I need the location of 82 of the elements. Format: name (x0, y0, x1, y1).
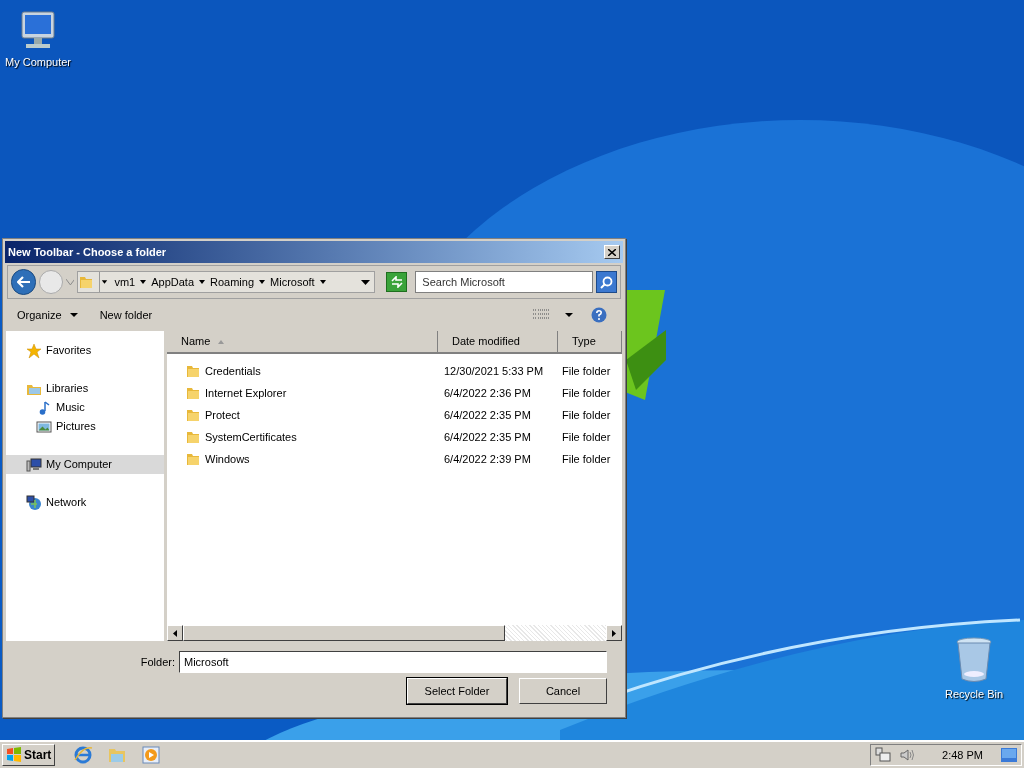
folder-label: Folder: (140, 654, 175, 670)
date-modified: 6/4/2022 2:39 PM (443, 451, 532, 467)
file-name: Credentials (205, 363, 261, 379)
nav-item[interactable]: Network (6, 493, 164, 512)
left-arrow-icon[interactable] (173, 629, 177, 637)
folder-icon (185, 363, 201, 379)
scrollbar-thumb[interactable] (183, 625, 505, 641)
clock: 2:48 PM (942, 747, 983, 763)
column-header[interactable]: Type (558, 331, 622, 352)
file-name: Internet Explorer (205, 385, 287, 401)
file-name: Protect (205, 407, 240, 423)
network-icon (26, 494, 42, 511)
close-button[interactable] (604, 245, 620, 259)
back-arrow-icon (16, 276, 31, 288)
file-type: File folder (561, 451, 611, 467)
desktop-icon-label: Recycle Bin (944, 688, 1004, 702)
nav-item[interactable]: Music (6, 398, 164, 417)
close-icon (608, 248, 616, 256)
dialog-button[interactable]: Cancel (519, 678, 607, 704)
file-type: File folder (561, 429, 611, 445)
nav-item[interactable]: Favorites (6, 341, 164, 360)
date-modified: 6/4/2022 2:35 PM (443, 407, 532, 423)
computer-icon (26, 456, 42, 473)
file-row[interactable]: Credentials 12/30/2021 5:33 PM File folder (167, 360, 622, 382)
file-row[interactable]: Internet Explorer 6/4/2022 2:36 PM File folder (167, 382, 622, 404)
caret-icon[interactable] (99, 272, 110, 292)
search-field[interactable]: Search Microsoft (415, 271, 593, 293)
file-name: SystemCertificates (205, 429, 297, 445)
file-name: Windows (205, 451, 250, 467)
folder-icon (185, 385, 201, 401)
browser-icon[interactable] (73, 745, 94, 765)
caret-icon[interactable] (565, 313, 573, 317)
folder-icon (185, 407, 201, 423)
new-folder-button[interactable]: New folder (99, 306, 153, 324)
column-header[interactable]: Name (167, 331, 438, 352)
breadcrumb-item[interactable]: Roaming (210, 273, 255, 291)
recycle-bin-icon[interactable] (954, 636, 994, 684)
caret-icon[interactable] (259, 280, 266, 284)
caret-icon[interactable] (199, 280, 206, 284)
search-icon (599, 275, 613, 289)
nav-item[interactable]: Libraries (6, 379, 164, 398)
folder-name-field[interactable]: Microsoft (179, 651, 607, 673)
speaker-icon[interactable] (899, 747, 915, 763)
date-modified: 6/4/2022 2:36 PM (443, 385, 532, 401)
picture-icon (36, 418, 52, 435)
date-modified: 6/4/2022 2:35 PM (443, 429, 532, 445)
column-header[interactable]: Date modified (438, 331, 558, 352)
folder-icon (185, 429, 201, 445)
organize-menu[interactable]: Organize (17, 306, 78, 324)
folder-icon (185, 451, 201, 467)
network-status-icon[interactable] (875, 747, 891, 763)
file-type: File folder (561, 363, 611, 379)
nav-item[interactable]: Pictures (6, 417, 164, 436)
refresh-arrows-icon (389, 276, 404, 288)
desktop-icon-label: My Computer (5, 56, 71, 70)
file-type: File folder (561, 385, 611, 401)
dialog-button[interactable]: Select Folder (407, 678, 507, 704)
caret-icon[interactable] (140, 280, 147, 284)
right-arrow-icon[interactable] (612, 629, 616, 637)
back-button[interactable] (11, 269, 37, 295)
breadcrumb-item[interactable]: vm1 (114, 273, 136, 291)
window-title: New Toolbar - Choose a folder (8, 244, 167, 260)
breadcrumb-item[interactable]: Microsoft (270, 273, 315, 291)
windows-logo-icon (6, 747, 22, 763)
search-button[interactable] (595, 271, 617, 293)
refresh-button[interactable] (385, 272, 408, 292)
nav-item[interactable]: My Computer (6, 455, 164, 474)
date-modified: 12/30/2021 5:33 PM (443, 363, 545, 379)
file-row[interactable]: Windows 6/4/2022 2:39 PM File folder (167, 448, 622, 470)
address-bar[interactable]: vm1 AppData Roaming Microsoft (77, 271, 375, 293)
file-type: File folder (561, 407, 611, 423)
start-button[interactable]: Start (2, 744, 56, 766)
file-row[interactable]: Protect 6/4/2022 2:35 PM File folder (167, 404, 622, 426)
location-folder-icon (78, 274, 95, 290)
help-icon[interactable] (591, 307, 607, 323)
star-icon (26, 342, 42, 359)
caret-icon[interactable] (319, 280, 326, 284)
breadcrumb-item[interactable]: AppData (151, 273, 195, 291)
file-row[interactable]: SystemCertificates 6/4/2022 2:35 PM File folder (167, 426, 622, 448)
caret-icon (69, 313, 78, 317)
horizontal-scrollbar[interactable] (167, 625, 622, 641)
caret-icon[interactable] (360, 279, 370, 285)
